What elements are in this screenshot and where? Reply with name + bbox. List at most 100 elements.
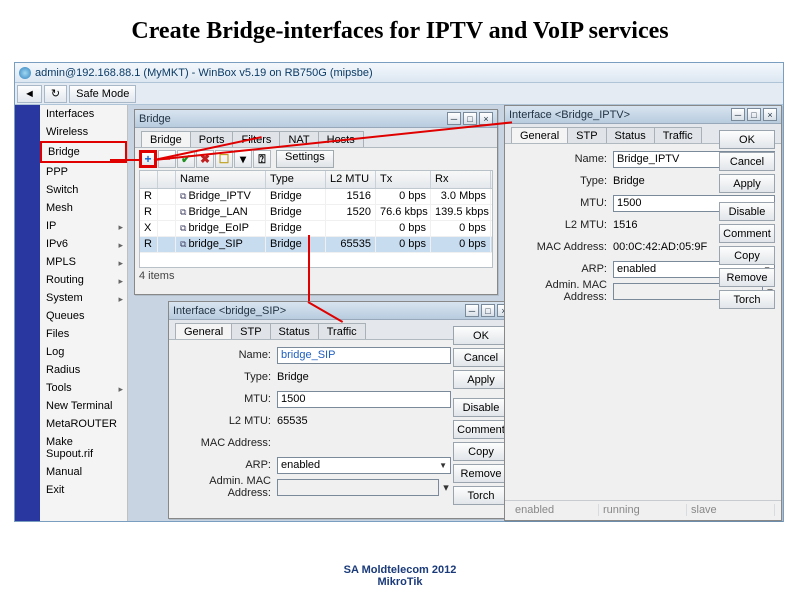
torch-button[interactable]: Torch xyxy=(719,290,775,309)
apply-button[interactable]: Apply xyxy=(719,174,775,193)
comment-button[interactable]: Comment xyxy=(719,224,775,243)
menu-item-bridge[interactable]: Bridge xyxy=(40,141,127,163)
cancel-button[interactable]: Cancel xyxy=(719,152,775,171)
menu-item-log[interactable]: Log xyxy=(40,343,127,361)
winbox-app: admin@192.168.88.1 (MyMKT) - WinBox v5.1… xyxy=(14,62,784,522)
bridge-grid-body[interactable]: R⧉Bridge_IPTVBridge15160 bps3.0 MbpsR⧉Br… xyxy=(140,189,492,253)
apply-button[interactable]: Apply xyxy=(453,370,509,389)
menu-item-metarouter[interactable]: MetaROUTER xyxy=(40,415,127,433)
iptv-button-column: OK Cancel Apply Disable Comment Copy Remove Tor… xyxy=(719,130,775,309)
menu-item-queues[interactable]: Queues xyxy=(40,307,127,325)
table-row[interactable]: X⧉bridge_EoIPBridge0 bps0 bps xyxy=(140,221,492,237)
tab-traffic[interactable]: Traffic xyxy=(318,323,366,339)
column-header[interactable] xyxy=(158,171,176,188)
settings-button[interactable]: Settings xyxy=(276,150,334,168)
table-row[interactable]: R⧉bridge_SIPBridge655350 bps0 bps xyxy=(140,237,492,253)
menu-item-exit[interactable]: Exit xyxy=(40,481,127,499)
remove-button[interactable]: Remove xyxy=(453,464,509,483)
iptv-window-title-text: Interface <Bridge_IPTV> xyxy=(509,109,630,121)
menu-item-ppp[interactable]: PPP xyxy=(40,163,127,181)
column-header[interactable]: Type xyxy=(266,171,326,188)
name-input[interactable] xyxy=(277,347,451,364)
maximize-icon[interactable]: □ xyxy=(481,304,495,317)
column-header[interactable]: Tx xyxy=(376,171,431,188)
menu-item-radius[interactable]: Radius xyxy=(40,361,127,379)
remove-button[interactable]: Remove xyxy=(719,268,775,287)
arp-select[interactable]: enabled▼ xyxy=(277,457,451,474)
column-header[interactable]: L2 MTU xyxy=(326,171,376,188)
main-menu: InterfacesWirelessBridgePPPSwitchMeshIP▸… xyxy=(40,105,128,521)
menu-item-ipv6[interactable]: IPv6▸ xyxy=(40,235,127,253)
tab-nat[interactable]: NAT xyxy=(279,131,318,147)
admin-mac-label: Admin. MAC Address: xyxy=(513,279,613,303)
cancel-button[interactable]: Cancel xyxy=(453,348,509,367)
ok-button[interactable]: OK xyxy=(719,130,775,149)
maximize-icon[interactable]: □ xyxy=(747,108,761,121)
back-button[interactable]: ◄ xyxy=(17,85,42,103)
minimize-icon[interactable]: ─ xyxy=(447,112,461,125)
menu-item-interfaces[interactable]: Interfaces xyxy=(40,105,127,123)
tab-filters[interactable]: Filters xyxy=(232,131,280,147)
add-button[interactable]: + xyxy=(139,150,157,168)
tab-general[interactable]: General xyxy=(175,323,232,339)
mtu-input[interactable] xyxy=(277,391,451,408)
type-value: Bridge xyxy=(277,371,451,383)
menu-item-mesh[interactable]: Mesh xyxy=(40,199,127,217)
menu-item-mpls[interactable]: MPLS▸ xyxy=(40,253,127,271)
type-label: Type: xyxy=(177,371,277,383)
table-row[interactable]: R⧉Bridge_LANBridge152076.6 kbps139.5 kbp… xyxy=(140,205,492,221)
menu-item-routing[interactable]: Routing▸ xyxy=(40,271,127,289)
menu-item-wireless[interactable]: Wireless xyxy=(40,123,127,141)
tab-hosts[interactable]: Hosts xyxy=(318,131,364,147)
menu-item-tools[interactable]: Tools▸ xyxy=(40,379,127,397)
torch-button[interactable]: Torch xyxy=(453,486,509,505)
bridge-grid[interactable]: NameTypeL2 MTUTxRx R⧉Bridge_IPTVBridge15… xyxy=(139,170,493,268)
menu-item-files[interactable]: Files xyxy=(40,325,127,343)
safe-mode-button[interactable]: Safe Mode xyxy=(69,85,136,103)
tab-bridge[interactable]: Bridge xyxy=(141,131,191,147)
menu-item-ip[interactable]: IP▸ xyxy=(40,217,127,235)
tab-stp[interactable]: STP xyxy=(231,323,270,339)
mtu-label: MTU: xyxy=(513,197,613,209)
menu-item-make-supout.rif[interactable]: Make Supout.rif xyxy=(40,433,127,463)
expand-icon[interactable]: ▾ xyxy=(441,481,451,494)
close-icon[interactable]: × xyxy=(479,112,493,125)
close-icon[interactable]: × xyxy=(763,108,777,121)
disable-button[interactable]: Disable xyxy=(453,398,509,417)
enable-button[interactable]: ✔ xyxy=(177,150,195,168)
find-button[interactable]: ⍰ xyxy=(253,150,271,168)
disable-button[interactable]: Disable xyxy=(719,202,775,221)
sort-button[interactable]: ▾ xyxy=(234,150,252,168)
ok-button[interactable]: OK xyxy=(453,326,509,345)
copy-button[interactable]: Copy xyxy=(453,442,509,461)
menu-item-system[interactable]: System▸ xyxy=(40,289,127,307)
tab-ports[interactable]: Ports xyxy=(190,131,234,147)
redo-button[interactable]: ↻ xyxy=(44,85,67,103)
bridge-tabs: BridgePortsFiltersNATHosts xyxy=(135,128,497,148)
tab-stp[interactable]: STP xyxy=(567,127,606,143)
comment-button[interactable]: ☐ xyxy=(215,150,233,168)
tab-traffic[interactable]: Traffic xyxy=(654,127,702,143)
sip-window-title-text: Interface <bridge_SIP> xyxy=(173,305,286,317)
mtu-label: MTU: xyxy=(177,393,277,405)
comment-button[interactable]: Comment xyxy=(453,420,509,439)
copy-button[interactable]: Copy xyxy=(719,246,775,265)
minimize-icon[interactable]: ─ xyxy=(465,304,479,317)
tab-status[interactable]: Status xyxy=(270,323,319,339)
admin-mac-input[interactable] xyxy=(277,479,439,496)
minimize-icon[interactable]: ─ xyxy=(731,108,745,121)
menu-item-new-terminal[interactable]: New Terminal xyxy=(40,397,127,415)
menu-item-switch[interactable]: Switch xyxy=(40,181,127,199)
column-header[interactable] xyxy=(140,171,158,188)
menu-item-manual[interactable]: Manual xyxy=(40,463,127,481)
table-row[interactable]: R⧉Bridge_IPTVBridge15160 bps3.0 Mbps xyxy=(140,189,492,205)
bridge-status: 4 items xyxy=(135,268,497,284)
maximize-icon[interactable]: □ xyxy=(463,112,477,125)
titlebar: admin@192.168.88.1 (MyMKT) - WinBox v5.1… xyxy=(15,63,783,83)
disable-button[interactable]: ✖ xyxy=(196,150,214,168)
remove-button[interactable]: − xyxy=(158,150,176,168)
column-header[interactable]: Name xyxy=(176,171,266,188)
tab-status[interactable]: Status xyxy=(606,127,655,143)
column-header[interactable]: Rx xyxy=(431,171,491,188)
tab-general[interactable]: General xyxy=(511,127,568,143)
